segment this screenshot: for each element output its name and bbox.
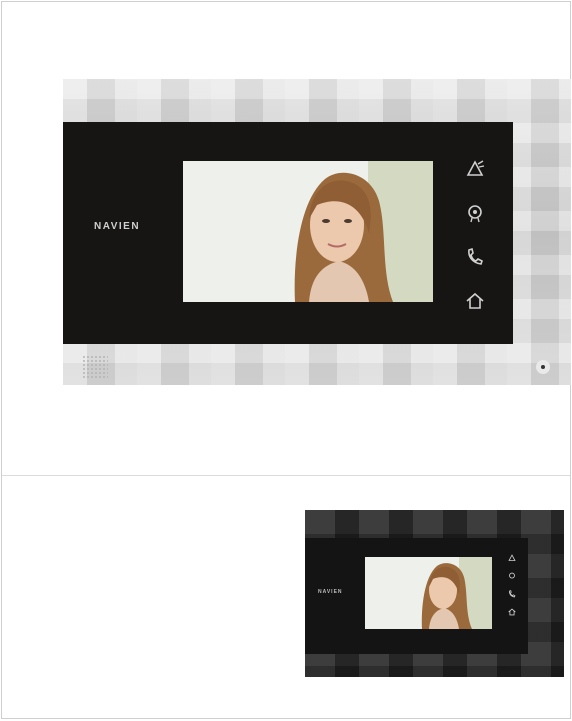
- control-buttons: [507, 553, 519, 625]
- video-screen: [183, 161, 433, 302]
- monitor-panel-black: NAVIEN: [305, 538, 528, 654]
- home-icon[interactable]: [463, 289, 487, 313]
- doorbell-icon[interactable]: [463, 157, 487, 181]
- camera-icon[interactable]: [507, 571, 517, 581]
- monitor-panel-silver: NAVIEN: [63, 122, 513, 344]
- woman-portrait: [183, 161, 433, 302]
- phone-icon[interactable]: [507, 589, 517, 599]
- camera-icon[interactable]: [463, 201, 487, 225]
- woman-portrait: [365, 557, 492, 629]
- doorbell-icon[interactable]: [507, 553, 517, 563]
- brand-logo: NAVIEN: [94, 221, 141, 232]
- control-buttons: [463, 157, 489, 333]
- microphone-icon: [536, 360, 550, 374]
- home-icon[interactable]: [507, 607, 517, 617]
- video-screen: [365, 557, 492, 629]
- speaker-grille: [82, 355, 108, 379]
- phone-icon[interactable]: [463, 245, 487, 269]
- brand-logo: NAVIEN: [318, 589, 343, 595]
- section-divider: [2, 475, 570, 476]
